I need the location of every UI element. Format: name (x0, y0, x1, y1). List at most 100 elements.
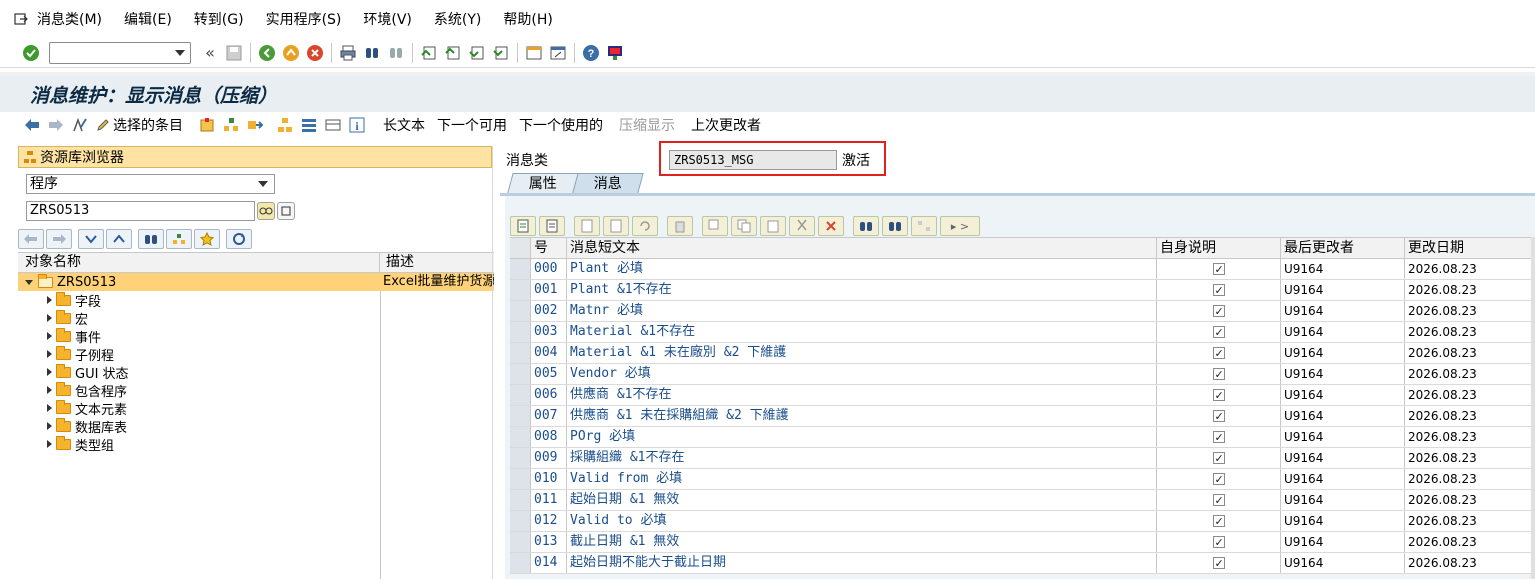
object-name-input[interactable]: ZRS0513 (26, 201, 255, 221)
self-explanatory-cell[interactable] (1157, 406, 1281, 426)
next-used-button[interactable]: 下一个使用的 (519, 115, 603, 135)
layout-icon[interactable] (321, 114, 345, 136)
next-page-icon[interactable] (466, 42, 488, 64)
menu-utilities[interactable]: 实用程序(S) (266, 9, 342, 29)
message-number[interactable]: 000 (531, 259, 567, 279)
message-number[interactable]: 006 (531, 385, 567, 405)
row-selector[interactable] (510, 448, 531, 468)
info-icon[interactable]: i (345, 114, 369, 136)
checkbox[interactable] (1212, 470, 1225, 489)
nav-back-icon[interactable] (18, 229, 44, 249)
column-object-name[interactable]: 对象名称 (18, 253, 380, 272)
where-used-icon[interactable] (243, 114, 267, 136)
self-explanatory-cell[interactable] (1157, 469, 1281, 489)
tree-node-includes[interactable]: 包含程序 (18, 381, 494, 400)
column-short-text[interactable]: 消息短文本 (567, 238, 1157, 258)
row-selector[interactable] (510, 427, 531, 447)
message-text[interactable]: 供應商 &1 未在採購組織 &2 下維護 (567, 406, 1157, 426)
message-number[interactable]: 014 (531, 553, 567, 573)
refresh-icon[interactable] (226, 229, 252, 249)
self-explanatory-cell[interactable] (1157, 532, 1281, 552)
tree-node-gui-status[interactable]: GUI 状态 (18, 363, 494, 382)
message-number[interactable]: 007 (531, 406, 567, 426)
tree-node-fields[interactable]: 字段 (18, 291, 494, 310)
self-explanatory-cell[interactable] (1157, 385, 1281, 405)
message-text[interactable]: 起始日期不能大于截止日期 (567, 553, 1157, 573)
row-selector[interactable] (510, 301, 531, 321)
self-explanatory-cell[interactable] (1157, 322, 1281, 342)
splitter[interactable] (492, 146, 493, 579)
expand-tree-icon[interactable] (911, 216, 937, 236)
tree-node-subroutines[interactable]: 子例程 (18, 345, 494, 364)
message-text[interactable]: Valid to 必填 (567, 511, 1157, 531)
last-page-icon[interactable] (490, 42, 512, 64)
message-text[interactable]: Matnr 必填 (567, 301, 1157, 321)
print-icon[interactable] (337, 42, 359, 64)
self-explanatory-cell[interactable] (1157, 511, 1281, 531)
table-row[interactable]: 007供應商 &1 未在採購組織 &2 下維護 U91642026.08.23 (510, 406, 1531, 427)
table-row[interactable]: 010Valid from 必填 U91642026.08.23 (510, 469, 1531, 490)
collapsed-arrow-icon[interactable] (44, 368, 54, 376)
message-text[interactable]: 截止日期 &1 無效 (567, 532, 1157, 552)
object-list-icon[interactable] (195, 114, 219, 136)
find-icon[interactable] (361, 42, 383, 64)
message-text[interactable]: 起始日期 &1 無效 (567, 490, 1157, 510)
double-left-icon[interactable]: « (199, 42, 221, 64)
message-number[interactable]: 010 (531, 469, 567, 489)
hierarchy-icon[interactable] (219, 114, 243, 136)
message-text[interactable]: 採購組織 &1不存在 (567, 448, 1157, 468)
row-selector[interactable] (510, 511, 531, 531)
self-explanatory-cell[interactable] (1157, 448, 1281, 468)
first-page-icon[interactable] (418, 42, 440, 64)
row-selector[interactable] (510, 259, 531, 279)
command-field[interactable] (49, 41, 191, 64)
selected-entries-button[interactable]: 选择的条目 (92, 114, 187, 136)
checkbox[interactable] (1212, 260, 1225, 279)
message-text[interactable]: Material &1不存在 (567, 322, 1157, 342)
table-row[interactable]: 014起始日期不能大于截止日期 U91642026.08.23 (510, 553, 1531, 574)
tab-messages[interactable]: 消息 (572, 173, 644, 193)
structure-icon[interactable] (273, 114, 297, 136)
find-icon[interactable] (853, 216, 879, 236)
message-number[interactable]: 005 (531, 364, 567, 384)
append-row-icon[interactable] (603, 216, 629, 236)
cut-icon[interactable] (789, 216, 815, 236)
message-text[interactable]: Material &1 未在廠別 &2 下維護 (567, 343, 1157, 363)
message-text[interactable]: Valid from 必填 (567, 469, 1157, 489)
checkbox[interactable] (1212, 344, 1225, 363)
message-number[interactable]: 009 (531, 448, 567, 468)
delete-icon[interactable] (667, 216, 693, 236)
self-explanatory-cell[interactable] (1157, 490, 1281, 510)
table-row[interactable]: 000Plant 必填 U91642026.08.23 (510, 259, 1531, 280)
self-explanatory-cell[interactable] (1157, 553, 1281, 573)
collapsed-arrow-icon[interactable] (44, 296, 54, 304)
checkbox[interactable] (1212, 281, 1225, 300)
message-number[interactable]: 008 (531, 427, 567, 447)
message-number[interactable]: 013 (531, 532, 567, 552)
table-row[interactable]: 002Matnr 必填 U91642026.08.23 (510, 301, 1531, 322)
compressed-display-button[interactable]: 压缩显示 (615, 114, 679, 136)
table-row[interactable]: 009採購組織 &1不存在 U91642026.08.23 (510, 448, 1531, 469)
menu-message-class[interactable]: 消息类(M) (37, 9, 102, 29)
favorites-icon[interactable] (194, 229, 220, 249)
self-explanatory-cell[interactable] (1157, 280, 1281, 300)
table-row[interactable]: 003Material &1不存在 U91642026.08.23 (510, 322, 1531, 343)
message-text[interactable]: Plant 必填 (567, 259, 1157, 279)
chevron-down-icon[interactable] (175, 49, 185, 56)
next-expand-icon[interactable]: ▸ > (940, 216, 980, 236)
save-icon[interactable] (223, 42, 245, 64)
collapsed-arrow-icon[interactable] (44, 440, 54, 448)
checkbox[interactable] (1212, 554, 1225, 573)
tree-node-db-tables[interactable]: 数据库表 (18, 417, 494, 436)
undo-icon[interactable] (632, 216, 658, 236)
column-description[interactable]: 描述 (380, 253, 414, 272)
row-selector[interactable] (510, 553, 531, 573)
menu-goto[interactable]: 转到(G) (194, 9, 244, 29)
row-selector[interactable] (510, 532, 531, 552)
paste-icon[interactable] (760, 216, 786, 236)
tree-node-type-groups[interactable]: 类型组 (18, 435, 494, 454)
self-explanatory-cell[interactable] (1157, 301, 1281, 321)
collapse-icon[interactable] (106, 229, 132, 249)
checkbox[interactable] (1212, 386, 1225, 405)
checkbox[interactable] (1212, 365, 1225, 384)
